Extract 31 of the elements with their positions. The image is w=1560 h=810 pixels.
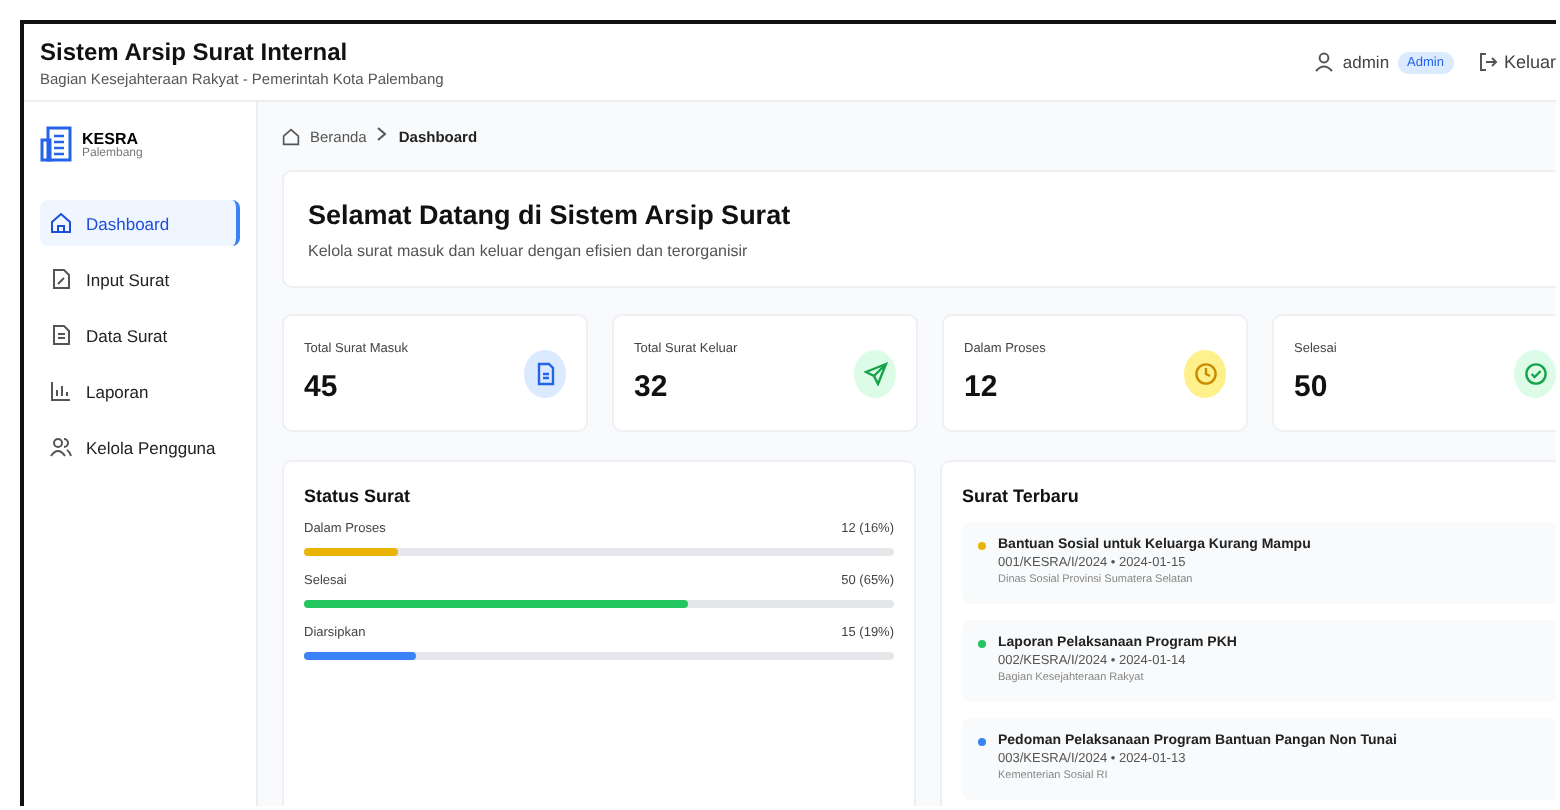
users-icon: [50, 436, 72, 458]
document-icon: [50, 268, 72, 290]
sidebar-item[interactable]: Input Surat: [40, 256, 240, 302]
home-icon: [282, 127, 300, 145]
panel-title: Surat Terbaru: [962, 486, 1081, 506]
clock-icon: [1184, 349, 1226, 397]
sidebar-item[interactable]: Laporan: [40, 368, 240, 414]
document-icon: [50, 324, 72, 346]
panel-title: Status Surat: [304, 486, 413, 506]
home-icon: [50, 212, 72, 234]
user-icon: [1314, 52, 1335, 72]
brand-name: KESRA: [82, 129, 139, 147]
sidebar-item[interactable]: Data Surat: [40, 312, 240, 358]
chart-icon: [50, 380, 72, 402]
building-icon: [40, 126, 72, 162]
app-title: Sistem Arsip Surat Internal: [40, 37, 350, 65]
check-circle-icon: [1514, 349, 1556, 397]
welcome-text: Kelola surat masuk dan keluar dengan efisien dan terorganisir: [308, 242, 750, 260]
logout-button[interactable]: Keluar: [1477, 52, 1556, 72]
user-name: admin: [1342, 52, 1390, 72]
document-icon: [524, 349, 566, 397]
logout-icon: [1477, 52, 1498, 72]
stat-value: 32: [634, 370, 670, 404]
stat-value: 45: [304, 370, 340, 404]
stat-value: 50: [1294, 370, 1330, 404]
stat-value: 12: [964, 370, 1000, 404]
welcome-title: Selamat Datang di Sistem Arsip Surat: [308, 200, 793, 230]
chevron-icon: [376, 126, 389, 146]
sidebar-item[interactable]: Kelola Pengguna: [40, 424, 240, 470]
sidebar-item[interactable]: Dashboard: [40, 200, 240, 246]
send-icon: [854, 349, 896, 397]
